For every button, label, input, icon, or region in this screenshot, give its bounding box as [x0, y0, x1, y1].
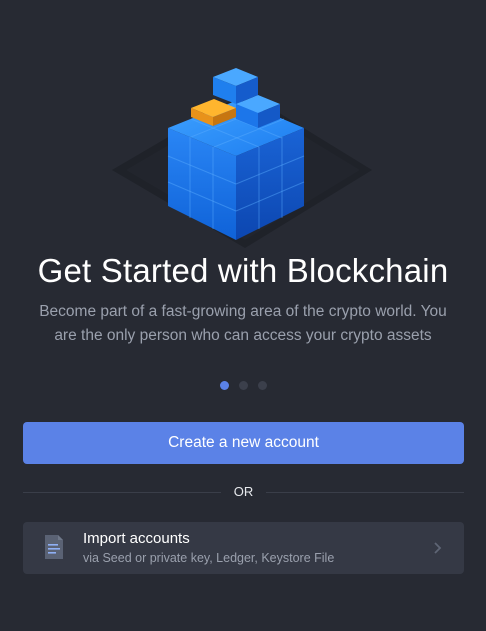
- carousel-dot-3[interactable]: [257, 381, 267, 390]
- page-subtitle: Become part of a fast-growing area of th…: [39, 303, 447, 344]
- or-divider: OR: [23, 483, 464, 503]
- document-icon: [45, 535, 63, 559]
- carousel-dot-1[interactable]: [219, 381, 229, 390]
- import-accounts-title: Import accounts: [83, 530, 190, 547]
- chevron-right-icon: [434, 542, 442, 554]
- import-accounts-subtitle: via Seed or private key, Ledger, Keystor…: [83, 551, 335, 565]
- carousel-dot-2[interactable]: [238, 381, 248, 390]
- page-title: Get Started with Blockchain: [37, 252, 449, 289]
- import-accounts-button[interactable]: Import accounts via Seed or private key,…: [23, 522, 464, 574]
- carousel-indicator: [0, 381, 486, 390]
- divider-line-right: [266, 492, 464, 493]
- create-account-button[interactable]: Create a new account: [23, 422, 464, 464]
- blockchain-cube-illustration: [112, 68, 372, 248]
